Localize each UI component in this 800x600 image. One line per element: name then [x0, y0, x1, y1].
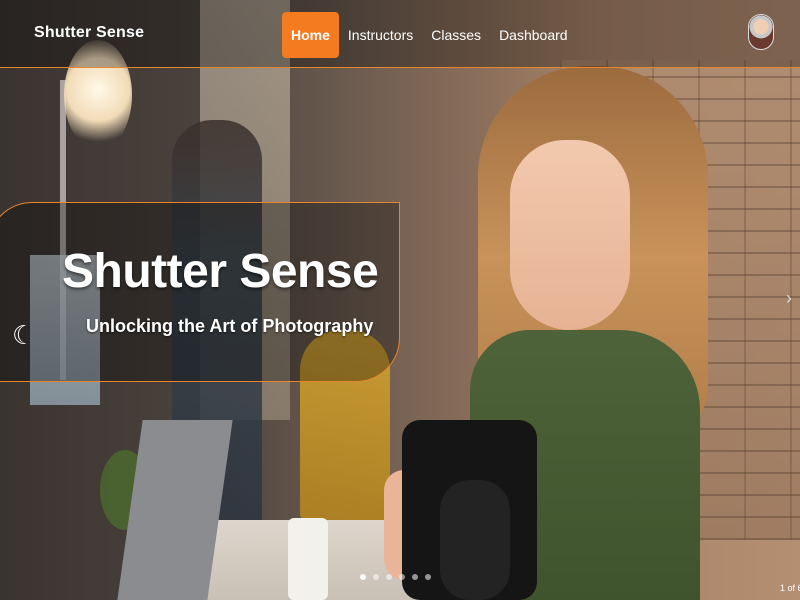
user-avatar[interactable]: [748, 14, 774, 50]
carousel-dot[interactable]: [360, 574, 366, 580]
chevron-right-icon[interactable]: ›: [786, 288, 792, 309]
carousel-dot[interactable]: [412, 574, 418, 580]
candle: [288, 518, 328, 600]
carousel-dot[interactable]: [425, 574, 431, 580]
camera-lens: [440, 480, 510, 600]
carousel-dots: [360, 574, 431, 580]
moon-icon[interactable]: ☾: [12, 320, 35, 350]
carousel-dot[interactable]: [399, 574, 405, 580]
brand-logo-text[interactable]: Shutter Sense: [34, 24, 144, 42]
carousel-counter: 1 of 6: [780, 583, 800, 593]
top-navbar: Shutter Sense Home Instructors Classes D…: [0, 0, 800, 68]
nav-home[interactable]: Home: [282, 12, 339, 58]
nav-dashboard[interactable]: Dashboard: [490, 12, 577, 58]
carousel-dot[interactable]: [386, 574, 392, 580]
hero-title: Shutter Sense: [62, 245, 379, 298]
nav-instructors[interactable]: Instructors: [339, 12, 422, 58]
hero-subtitle: Unlocking the Art of Photography: [86, 316, 374, 336]
carousel-dot[interactable]: [373, 574, 379, 580]
woman-face: [510, 140, 630, 330]
main-nav: Home Instructors Classes Dashboard: [282, 12, 577, 58]
nav-classes[interactable]: Classes: [422, 12, 490, 58]
